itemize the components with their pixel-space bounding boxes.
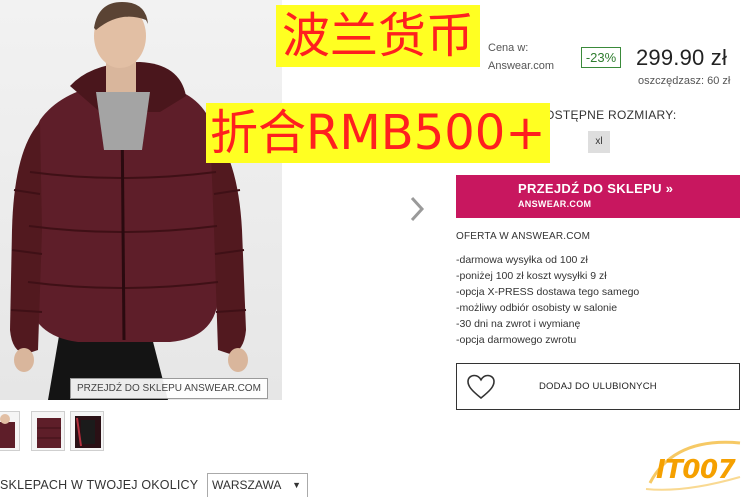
store-name[interactable]: Answear.com [488, 60, 554, 72]
add-to-favorites-button[interactable]: DODAJ DO ULUBIONYCH [456, 363, 740, 410]
product-photo[interactable]: PRZEJDŹ DO SKLEPU ANSWEAR.COM [0, 0, 282, 400]
list-item: -opcja darmowego zwrotu [456, 334, 577, 346]
list-item: -30 dni na zwrot i wymianę [456, 318, 581, 330]
watermark-logo: IT007 [644, 433, 748, 495]
offer-title: OFERTA W ANSWEAR.COM [456, 231, 591, 242]
thumbnail-lining[interactable] [70, 411, 104, 451]
offer-list: -darmowa wysyłka od 100 zł -poniżej 100 … [456, 252, 639, 348]
watermark-text: IT007 [656, 455, 736, 485]
size-option-xl[interactable]: xl [588, 131, 610, 153]
current-price: 299.90 zł [636, 45, 728, 70]
nearby-stores-label: SKLEPACH W TWOJEJ OKOLICY [0, 478, 199, 492]
go-to-store-button[interactable]: PRZEJDŹ DO SKLEPU » ANSWEAR.COM [456, 175, 740, 218]
product-illustration [10, 2, 248, 400]
photo-go-to-store-link[interactable]: PRZEJDŹ DO SKLEPU ANSWEAR.COM [70, 378, 268, 399]
go-to-store-sublabel: ANSWEAR.COM [518, 199, 592, 209]
list-item: -poniżej 100 zł koszt wysyłki 9 zł [456, 270, 607, 282]
store-label: Cena w: [488, 42, 529, 54]
city-select-value: WARSZAWA [212, 478, 282, 492]
sizes-label: DOSTĘPNE ROZMIARY: [536, 108, 677, 122]
chevron-right-icon[interactable] [404, 192, 430, 226]
list-item: -darmowa wysyłka od 100 zł [456, 254, 588, 266]
overlay-rmb-note: 折合RMB500+ [206, 103, 550, 163]
caret-down-icon: ▼ [292, 480, 301, 490]
discount-badge: -23% [581, 47, 621, 68]
thumbnail-back[interactable] [31, 411, 65, 451]
savings-text: oszczędzasz: 60 zł [638, 75, 731, 87]
heart-icon [467, 374, 495, 400]
thumbnail-front[interactable] [0, 411, 20, 451]
list-item: -opcja X-PRESS dostawa tego samego [456, 286, 640, 298]
list-item: -możliwy odbiór osobisty w salonie [456, 302, 618, 314]
overlay-currency-note: 波兰货币 [276, 5, 481, 67]
go-to-store-label: PRZEJDŹ DO SKLEPU » [518, 181, 674, 196]
city-select[interactable]: WARSZAWA ▼ [207, 473, 308, 497]
add-to-favorites-label: DODAJ DO ULUBIONYCH [539, 381, 657, 392]
